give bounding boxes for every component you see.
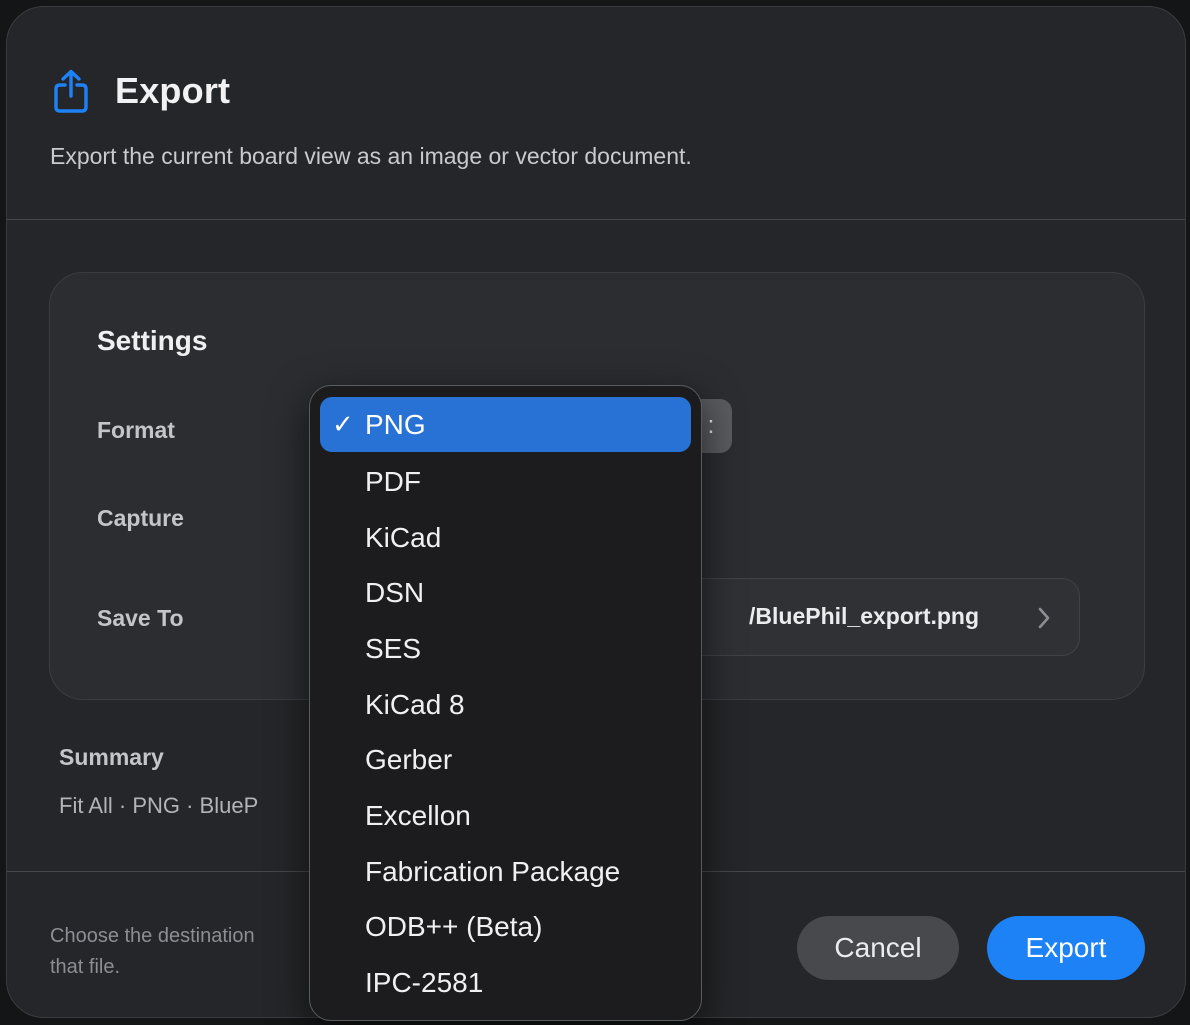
dialog-title: Export [115,70,231,111]
format-option-label: PNG [365,408,426,440]
format-option-excellon[interactable]: Excellon [320,788,691,843]
dialog-subtitle: Export the current board view as an imag… [50,143,692,169]
chevron-right-icon [1037,605,1051,636]
capture-label: Capture [97,505,184,531]
format-option-label: IPC-2581 [365,966,484,998]
format-label: Format [97,417,175,443]
format-option-fabrication-package[interactable]: Fabrication Package [320,844,691,899]
format-option-label: ODB++ (Beta) [365,910,543,942]
title-row: Export [51,69,230,113]
share-icon [51,69,91,113]
format-option-gerber[interactable]: Gerber [320,732,691,787]
format-dropdown-menu: ✓ PNG PDF KiCad DSN SES KiCad 8 Gerber E… [309,385,702,1021]
format-option-pdf[interactable]: PDF [320,454,691,509]
format-option-kicad-8[interactable]: KiCad 8 [320,677,691,732]
dialog-header: Export Export the current board view as … [7,7,1185,220]
settings-title: Settings [97,325,208,356]
footer-hint-line-2: that file. [50,956,121,978]
format-option-odb-beta[interactable]: ODB++ (Beta) [320,899,691,954]
summary-text: Fit All · PNG · BlueP [59,793,259,818]
save-to-path: /BluePhil_export.png [749,603,980,629]
format-option-label: DSN [365,576,425,608]
format-option-kicad[interactable]: KiCad [320,510,691,565]
format-option-label: Gerber [365,743,453,775]
format-option-label: Excellon [365,799,471,831]
save-to-label: Save To [97,605,184,631]
cancel-button[interactable]: Cancel [797,916,959,980]
format-option-ipc-2581[interactable]: IPC-2581 [320,955,691,1010]
format-option-png[interactable]: ✓ PNG [320,397,691,452]
format-option-dsn[interactable]: DSN [320,565,691,620]
format-option-label: KiCad 8 [365,688,465,720]
format-option-label: PDF [365,465,421,497]
footer-hint: Choose the destination that file. [50,921,320,983]
format-option-label: KiCad [365,521,442,553]
format-option-ses[interactable]: SES [320,621,691,676]
footer-hint-line-1: Choose the destination [50,925,255,947]
format-option-label: SES [365,632,422,664]
format-option-label: Fabrication Package [365,855,621,887]
export-button[interactable]: Export [987,916,1145,980]
checkmark-icon: ✓ [332,409,354,439]
summary-title: Summary [59,744,164,770]
